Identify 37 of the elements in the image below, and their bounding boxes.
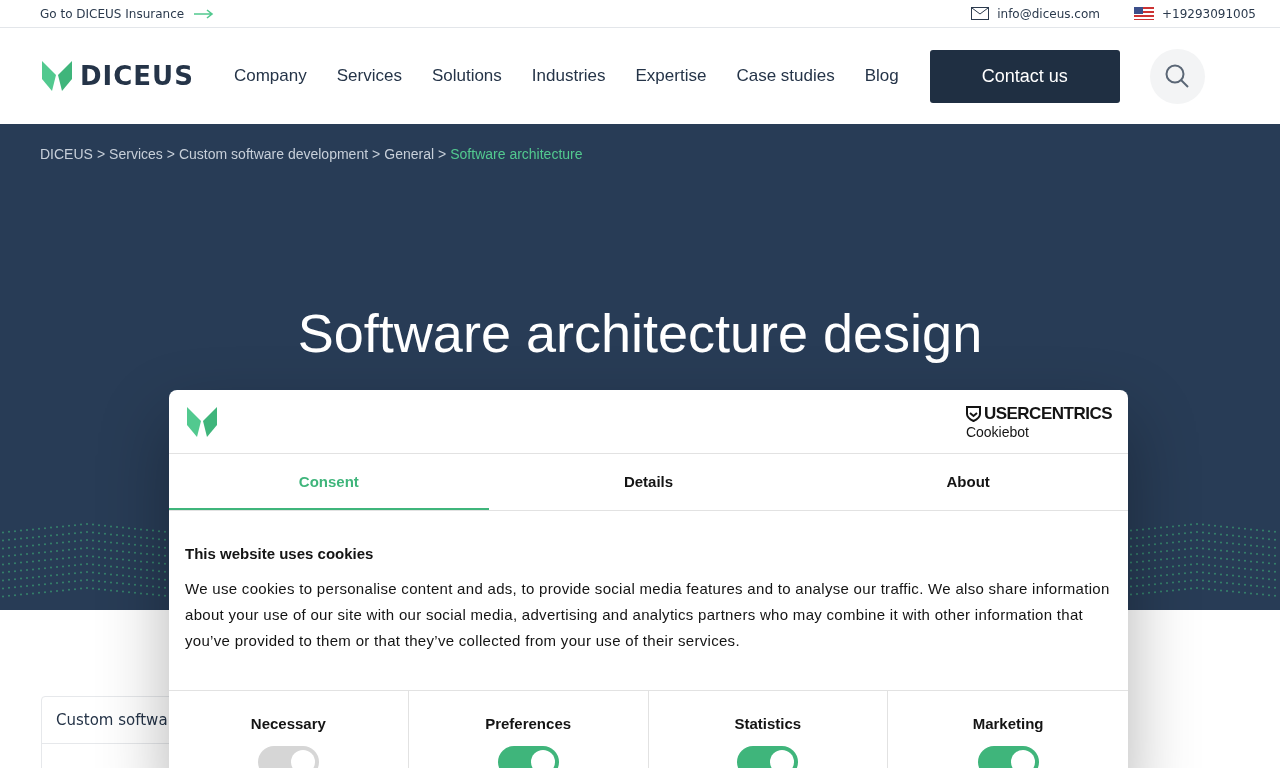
nav-link[interactable]: Company: [233, 66, 307, 86]
category-label: Necessary: [250, 715, 326, 732]
shield-icon: [965, 405, 981, 422]
breadcrumb-link[interactable]: Services: [109, 146, 163, 162]
breadcrumb-separator: >: [438, 146, 447, 162]
search-icon: [1164, 63, 1191, 89]
logo-text[interactable]: DICEUS: [80, 61, 194, 91]
mail-icon: [971, 7, 990, 20]
category-label: Statistics: [734, 715, 802, 732]
breadcrumb-separator: >: [372, 146, 381, 162]
dialog-tab[interactable]: Details: [488, 454, 809, 510]
dialog-body-text: We use cookies to personalise content and ads, to provide social media features and to analyse our traffic. We also share information about your use of our site with our social media, advertising and analytics partners who may combine it with other information that you’ve provided to them or that they’ve collected from your use of their services.: [185, 579, 1111, 651]
dialog-tab[interactable]: About: [808, 454, 1128, 510]
nav-link[interactable]: Services: [336, 66, 402, 86]
category-label: Marketing: [972, 715, 1044, 732]
category-label: Preferences: [485, 715, 572, 732]
breadcrumb-link[interactable]: DICEUS: [40, 146, 93, 162]
nav-link[interactable]: Industries: [531, 66, 606, 86]
breadcrumb-link[interactable]: Custom software development: [178, 146, 369, 162]
arrow-icon: [194, 8, 215, 19]
breadcrumb-separator: >: [166, 146, 175, 162]
nav-link[interactable]: Expertise: [635, 66, 707, 86]
phone-text: +19293091005: [1161, 6, 1256, 21]
page-title: Software architecture design: [296, 302, 984, 364]
insurance-link[interactable]: Go to DICEUS Insurance: [40, 6, 215, 21]
breadcrumb-link[interactable]: Software architecture: [450, 146, 583, 162]
nav-link[interactable]: Solutions: [431, 66, 502, 86]
email-text: info@diceus.com: [997, 6, 1100, 21]
brand-subtitle: Cookiebot: [965, 423, 1030, 440]
nav-link[interactable]: Case studies: [736, 66, 835, 86]
contact-button[interactable]: Contact us: [929, 49, 1120, 103]
brand-text: USERCENTRICS: [983, 403, 1112, 424]
dialog-heading: This website uses cookies: [185, 545, 375, 562]
nav-link[interactable]: Blog: [864, 66, 899, 86]
breadcrumb-link[interactable]: General: [384, 146, 435, 162]
flag-icon: [1133, 7, 1154, 20]
breadcrumb-separator: >: [96, 146, 106, 162]
